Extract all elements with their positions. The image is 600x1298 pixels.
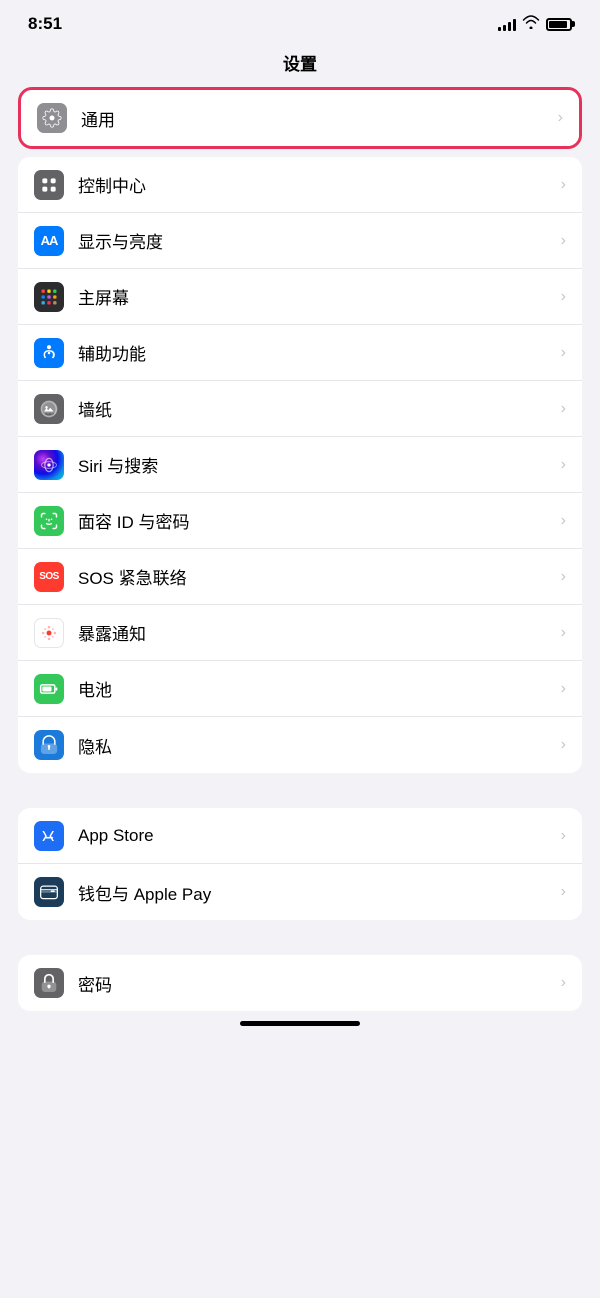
display-icon: AA bbox=[34, 226, 64, 256]
settings-item-wallpaper[interactable]: 墙纸 › bbox=[18, 381, 582, 437]
page-title: 设置 bbox=[0, 42, 600, 87]
password-chevron: › bbox=[561, 974, 566, 992]
wallpaper-icon bbox=[34, 394, 64, 424]
app-store-icon bbox=[34, 821, 64, 851]
settings-item-home-screen[interactable]: 主屏幕 › bbox=[18, 269, 582, 325]
exposure-icon bbox=[34, 618, 64, 648]
wallet-label: 钱包与 Apple Pay bbox=[78, 880, 553, 905]
face-id-chevron: › bbox=[561, 512, 566, 530]
accessibility-icon bbox=[34, 338, 64, 368]
home-screen-chevron: › bbox=[561, 288, 566, 306]
battery-icon bbox=[546, 18, 572, 31]
settings-item-accessibility[interactable]: 辅助功能 › bbox=[18, 325, 582, 381]
app-store-chevron: › bbox=[561, 827, 566, 845]
battery-label: 电池 bbox=[78, 676, 553, 701]
settings-item-exposure[interactable]: 暴露通知 › bbox=[18, 605, 582, 661]
battery-settings-icon bbox=[34, 674, 64, 704]
password-group: 密码 › bbox=[18, 955, 582, 1011]
general-chevron: › bbox=[558, 109, 563, 127]
face-id-icon bbox=[34, 506, 64, 536]
settings-item-display[interactable]: AA 显示与亮度 › bbox=[18, 213, 582, 269]
wallpaper-label: 墙纸 bbox=[78, 396, 553, 421]
status-time: 8:51 bbox=[28, 14, 62, 34]
signal-icon bbox=[498, 18, 516, 31]
siri-chevron: › bbox=[561, 456, 566, 474]
home-screen-icon bbox=[34, 282, 64, 312]
accessibility-chevron: › bbox=[561, 344, 566, 362]
wallpaper-chevron: › bbox=[561, 400, 566, 418]
status-bar: 8:51 bbox=[0, 0, 600, 42]
control-center-chevron: › bbox=[561, 176, 566, 194]
store-group: App Store › 钱包与 Apple Pay › bbox=[18, 808, 582, 920]
settings-item-sos[interactable]: SOS SOS 紧急联络 › bbox=[18, 549, 582, 605]
sos-chevron: › bbox=[561, 568, 566, 586]
siri-icon bbox=[34, 450, 64, 480]
privacy-label: 隐私 bbox=[78, 733, 553, 758]
settings-item-general[interactable]: 通用 › bbox=[21, 90, 579, 146]
accessibility-label: 辅助功能 bbox=[78, 340, 553, 365]
settings-item-password[interactable]: 密码 › bbox=[18, 955, 582, 1011]
wallet-chevron: › bbox=[561, 883, 566, 901]
app-store-label: App Store bbox=[78, 826, 553, 846]
settings-item-face-id[interactable]: 面容 ID 与密码 › bbox=[18, 493, 582, 549]
settings-item-privacy[interactable]: 隐私 › bbox=[18, 717, 582, 773]
password-icon bbox=[34, 968, 64, 998]
display-label: 显示与亮度 bbox=[78, 228, 553, 253]
gear-icon bbox=[37, 103, 67, 133]
privacy-chevron: › bbox=[561, 736, 566, 754]
siri-label: Siri 与搜索 bbox=[78, 452, 553, 477]
settings-item-wallet[interactable]: 钱包与 Apple Pay › bbox=[18, 864, 582, 920]
control-center-icon bbox=[34, 170, 64, 200]
main-settings-group: 控制中心 › AA 显示与亮度 › bbox=[18, 157, 582, 773]
settings-item-control-center[interactable]: 控制中心 › bbox=[18, 157, 582, 213]
sos-label: SOS 紧急联络 bbox=[78, 564, 553, 589]
home-bar bbox=[240, 1021, 360, 1026]
wallet-icon bbox=[34, 877, 64, 907]
general-group: 通用 › bbox=[18, 87, 582, 149]
exposure-chevron: › bbox=[561, 624, 566, 642]
settings-item-app-store[interactable]: App Store › bbox=[18, 808, 582, 864]
privacy-icon bbox=[34, 730, 64, 760]
general-label: 通用 bbox=[81, 106, 550, 131]
settings-item-siri[interactable]: Siri 与搜索 › bbox=[18, 437, 582, 493]
exposure-label: 暴露通知 bbox=[78, 620, 553, 645]
sos-icon: SOS bbox=[34, 562, 64, 592]
settings-list: 通用 › 控制中心 › AA 显示与亮度 › bbox=[0, 87, 600, 1011]
control-center-label: 控制中心 bbox=[78, 172, 553, 197]
display-chevron: › bbox=[561, 232, 566, 250]
home-indicator bbox=[0, 1011, 600, 1034]
face-id-label: 面容 ID 与密码 bbox=[78, 508, 553, 533]
wifi-icon bbox=[522, 15, 540, 33]
battery-chevron: › bbox=[561, 680, 566, 698]
password-label: 密码 bbox=[78, 971, 553, 996]
home-screen-label: 主屏幕 bbox=[78, 284, 553, 309]
status-icons bbox=[498, 15, 572, 33]
settings-item-battery[interactable]: 电池 › bbox=[18, 661, 582, 717]
